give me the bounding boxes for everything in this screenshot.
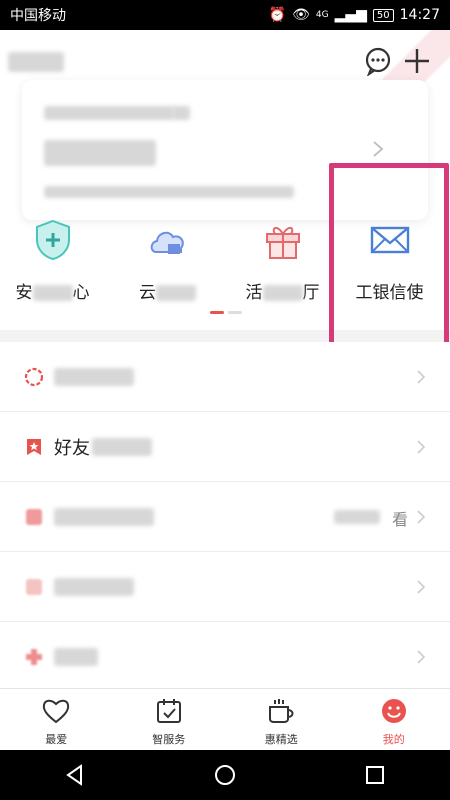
chevron-right-icon (417, 510, 426, 524)
status-bar: 中国移动 ⏰ 👁 4G ▂▄▆ 50 14:27 (0, 0, 450, 30)
bookmark-star-icon (27, 438, 41, 455)
battery-level: 50 (372, 8, 394, 22)
eye-icon: 👁 (292, 7, 310, 23)
carrier-name: 中国移动 (10, 8, 66, 24)
account-extra-redacted (172, 106, 190, 120)
list-item-friends[interactable]: 好友 (0, 412, 450, 482)
carousel-indicator (210, 311, 242, 314)
tab-smart-service-label: 智服务 (152, 733, 186, 746)
clock: 14:27 (399, 7, 440, 23)
page-dot-active (210, 311, 224, 314)
tab-selected-offers-label: 惠精选 (264, 733, 298, 746)
quick-action-security[interactable]: 安心 (0, 218, 105, 303)
smiley-icon (381, 699, 406, 723)
tab-mine[interactable]: 我的 (338, 689, 450, 750)
account-info-redacted (44, 106, 174, 120)
red-cross-icon (26, 649, 42, 665)
quick-action-activity[interactable]: 活厅 (230, 218, 335, 303)
red-square-icon (26, 508, 42, 525)
tab-favorites[interactable]: 最爱 (0, 689, 113, 750)
chat-bubble-icon[interactable] (363, 46, 393, 76)
list-item-detail-tail: 看 (391, 510, 408, 529)
page-dot (228, 311, 242, 314)
chevron-right-icon (417, 370, 426, 384)
alarm-icon: ⏰ (268, 7, 287, 23)
calendar-check-icon (156, 699, 181, 723)
account-note-redacted (44, 186, 294, 198)
network-label: 4G (315, 10, 329, 20)
gift-icon (265, 227, 300, 259)
list-item[interactable] (0, 342, 450, 412)
chevron-right-icon (373, 141, 384, 157)
heart-icon (43, 699, 70, 724)
list-item-detail-redacted (334, 510, 380, 524)
list-item[interactable] (0, 552, 450, 622)
tab-smart-service[interactable]: 智服务 (113, 689, 226, 750)
balance-redacted (44, 140, 156, 166)
menu-list: 好友 看 (0, 342, 450, 692)
list-item[interactable]: 看 (0, 482, 450, 552)
signal-icon: ▂▄▆ (334, 7, 367, 23)
tab-selected-offers[interactable]: 惠精选 (225, 689, 338, 750)
account-name-redacted (8, 30, 64, 76)
quick-action-security-label: 安心 (15, 283, 90, 303)
list-item[interactable] (0, 622, 450, 692)
chevron-right-icon (417, 650, 426, 664)
cloud-icon (150, 231, 184, 254)
plus-icon[interactable] (402, 46, 432, 76)
tab-favorites-label: 最爱 (45, 733, 68, 746)
list-item-label-redacted (54, 367, 134, 386)
quick-action-activity-label: 活厅 (245, 283, 320, 303)
recents-square-icon[interactable] (362, 762, 388, 788)
shield-plus-icon (35, 219, 70, 261)
tab-mine-label: 我的 (382, 733, 405, 746)
chevron-right-icon (417, 580, 426, 594)
list-item-friends-label: 好友 (54, 437, 90, 459)
home-circle-icon[interactable] (212, 762, 238, 788)
pink-square-icon (26, 578, 42, 595)
status-icons: ⏰ 👁 4G ▂▄▆ 50 14:27 (269, 7, 440, 23)
chevron-right-icon (417, 440, 426, 454)
list-item-label-redacted (54, 507, 154, 526)
list-item-label-redacted (92, 437, 152, 456)
coffee-cup-icon (269, 699, 294, 723)
highlight-annotation-box (329, 163, 449, 355)
back-triangle-icon[interactable] (62, 762, 88, 788)
quick-action-cloud-label: 云 (115, 278, 220, 303)
system-nav-bar (0, 750, 450, 800)
quick-action-cloud[interactable]: 云 (115, 218, 220, 303)
bottom-tab-bar: 最爱 智服务 惠精选 我的 (0, 688, 450, 750)
circle-dash-icon (24, 367, 44, 386)
list-item-label-redacted (54, 648, 98, 666)
list-item-label-redacted (54, 577, 134, 596)
